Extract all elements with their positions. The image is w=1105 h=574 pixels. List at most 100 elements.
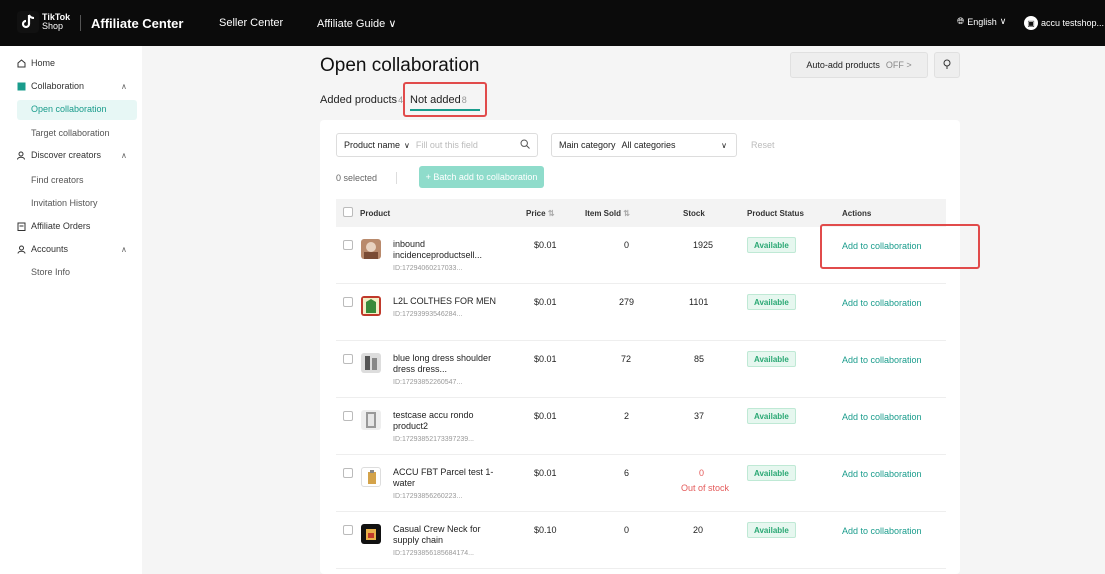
row-checkbox[interactable]	[343, 297, 353, 307]
status-badge: Available	[747, 465, 796, 481]
row-checkbox[interactable]	[343, 525, 353, 535]
sidebar-label: Home	[31, 58, 56, 68]
row-checkbox[interactable]	[343, 240, 353, 250]
product-name-filter[interactable]: Product name ∨ Fill out this field	[336, 133, 538, 157]
globe-icon: 🌐︎	[957, 16, 965, 26]
product-id: ID:17293993546284...	[393, 311, 463, 318]
product-thumbnail[interactable]	[361, 467, 381, 487]
product-thumbnail[interactable]	[361, 239, 381, 259]
status-badge: Available	[747, 351, 796, 367]
product-info[interactable]: inbound incidenceproductsell... ID:172940…	[393, 239, 498, 274]
product-id: ID:17293852260547...	[393, 379, 463, 386]
logo-line2: Shop	[42, 21, 64, 31]
shop-avatar-icon: ▣	[1024, 16, 1038, 30]
product-name: ACCU FBT Parcel test 1-water	[393, 467, 494, 488]
stock-value: 1101	[689, 297, 709, 307]
person-search-icon	[17, 151, 26, 160]
select-all-checkbox[interactable]	[343, 207, 353, 217]
home-icon	[17, 58, 26, 68]
product-id: ID:17293856260223...	[393, 493, 463, 500]
reset-button[interactable]: Reset	[751, 140, 775, 150]
tiktok-shop-logo[interactable]: TikTok Shop	[17, 11, 70, 33]
account-menu[interactable]: ▣ accu testshop...	[1024, 16, 1104, 30]
sort-icon: ⇅	[547, 209, 555, 218]
top-bar: TikTok Shop Affiliate Center Seller Cent…	[0, 0, 1105, 46]
product-info[interactable]: testcase accu rondo product2 ID:172938521…	[393, 410, 498, 445]
main-category-select[interactable]: Main category All categories ∨	[551, 133, 737, 157]
pin-button[interactable]	[934, 52, 960, 78]
collaboration-icon	[17, 82, 26, 91]
column-label: Item Sold	[585, 209, 622, 218]
product-id: ID:17294060217033...	[393, 265, 463, 272]
status-badge: Available	[747, 294, 796, 310]
header-divider	[80, 15, 81, 31]
product-thumbnail[interactable]	[361, 524, 381, 544]
status-badge: Available	[747, 237, 796, 253]
column-actions: Actions	[842, 209, 872, 218]
product-info[interactable]: L2L COLTHES FOR MEN ID:17293993546284...	[393, 296, 498, 320]
column-stock: Stock	[683, 209, 705, 218]
batch-add-button[interactable]: + Batch add to collaboration	[419, 166, 544, 188]
sidebar-item-accounts[interactable]: Accounts	[17, 244, 68, 254]
add-to-collaboration-link[interactable]: Add to collaboration	[842, 469, 922, 479]
sort-icon: ⇅	[623, 209, 630, 218]
sidebar-label: Accounts	[31, 244, 69, 254]
item-sold: 0	[624, 240, 630, 250]
column-label: Price	[526, 209, 546, 218]
sidebar: Home Collaboration ∧ Open collaboration …	[0, 46, 142, 574]
sidebar-item-collaboration[interactable]: Collaboration	[17, 81, 84, 91]
chevron-down-icon: ∨	[388, 18, 397, 30]
affiliate-guide-menu[interactable]: Affiliate Guide ∨	[317, 17, 396, 30]
stock-value: 85	[694, 354, 705, 364]
item-sold: 279	[619, 297, 635, 307]
sidebar-item-target-collaboration[interactable]: Target collaboration	[31, 128, 110, 138]
sidebar-item-store-info[interactable]: Store Info	[31, 267, 70, 277]
account-name: accu testshop...	[1041, 18, 1105, 28]
sidebar-item-discover-creators[interactable]: Discover creators	[17, 150, 101, 160]
product-price: $0.01	[534, 297, 557, 307]
stock-value: 20	[693, 525, 704, 535]
product-info[interactable]: blue long dress shoulder dress dress... I…	[393, 353, 498, 388]
add-to-collaboration-link[interactable]: Add to collaboration	[842, 298, 922, 308]
product-info[interactable]: Casual Crew Neck for supply chain ID:1729…	[393, 524, 498, 559]
product-thumbnail[interactable]	[361, 296, 381, 316]
product-price: $0.01	[534, 354, 557, 364]
row-checkbox[interactable]	[343, 411, 353, 421]
row-checkbox[interactable]	[343, 468, 353, 478]
seller-center-link[interactable]: Seller Center	[219, 17, 283, 29]
product-info[interactable]: ACCU FBT Parcel test 1-water ID:172938562…	[393, 467, 498, 502]
language-selector[interactable]: 🌐︎ English ∨	[957, 16, 1006, 27]
search-input[interactable]: Fill out this field	[416, 140, 520, 150]
chevron-up-icon[interactable]: ∧	[121, 151, 127, 160]
category-label: Main category	[559, 140, 616, 150]
column-product-status: Product Status	[747, 209, 804, 218]
sidebar-item-home[interactable]: Home	[17, 58, 55, 68]
auto-add-products-button[interactable]: Auto-add products OFF >	[790, 52, 928, 78]
sidebar-item-invitation-history[interactable]: Invitation History	[31, 198, 98, 208]
item-sold: 6	[624, 468, 630, 478]
chevron-down-icon: ∨	[999, 16, 1007, 26]
search-icon[interactable]	[520, 139, 530, 151]
sidebar-label: Discover creators	[31, 150, 102, 160]
column-item-sold[interactable]: Item Sold ⇅	[585, 209, 630, 218]
add-to-collaboration-link[interactable]: Add to collaboration	[842, 355, 922, 365]
column-price[interactable]: Price ⇅	[526, 209, 555, 218]
row-checkbox[interactable]	[343, 354, 353, 364]
chevron-up-icon[interactable]: ∧	[121, 82, 127, 91]
sidebar-label: Affiliate Orders	[31, 221, 91, 231]
chevron-up-icon[interactable]: ∧	[121, 245, 127, 254]
product-price: $0.01	[534, 411, 557, 421]
highlight-box-action	[820, 224, 980, 269]
add-to-collaboration-link[interactable]: Add to collaboration	[842, 526, 922, 536]
add-to-collaboration-link[interactable]: Add to collaboration	[842, 412, 922, 422]
product-price: $0.01	[534, 468, 557, 478]
sidebar-item-affiliate-orders[interactable]: Affiliate Orders	[17, 221, 90, 231]
chevron-down-icon: ∨	[404, 140, 410, 150]
product-thumbnail[interactable]	[361, 410, 381, 430]
sidebar-item-find-creators[interactable]: Find creators	[31, 175, 84, 185]
tab-added-products[interactable]: Added products4	[320, 94, 403, 106]
product-name: testcase accu rondo product2	[393, 410, 474, 431]
product-thumbnail[interactable]	[361, 353, 381, 373]
product-id: ID:17293856185684174...	[393, 550, 474, 557]
sidebar-item-open-collaboration[interactable]: Open collaboration	[31, 104, 107, 114]
